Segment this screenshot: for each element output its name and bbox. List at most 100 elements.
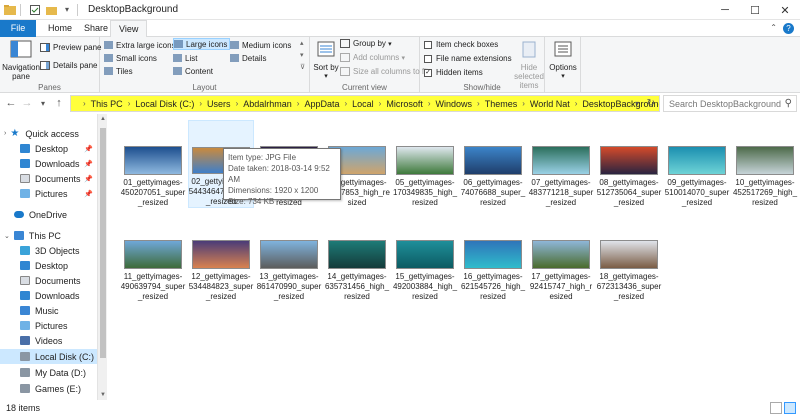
- file-item[interactable]: 13_gettyimages-861470990_super_resized: [256, 214, 322, 302]
- layout-extra-large-icons[interactable]: Extra large icons: [104, 39, 178, 51]
- preview-pane-button[interactable]: Preview pane: [40, 43, 101, 52]
- add-columns-button[interactable]: Add columns ▾: [340, 53, 405, 62]
- file-item[interactable]: 08_gettyimages-512735064_super_resized: [596, 120, 662, 208]
- close-button[interactable]: ✕: [770, 0, 800, 20]
- nav-item-documents[interactable]: Documents: [0, 273, 97, 288]
- navigation-pane-button[interactable]: Navigation pane: [2, 39, 40, 81]
- layout-small-icons[interactable]: Small icons: [104, 52, 159, 64]
- file-name-extensions-toggle[interactable]: File name extensions: [424, 54, 512, 63]
- file-item[interactable]: 12_gettyimages-534484823_super_resized: [188, 214, 254, 302]
- pin-icon[interactable]: 📌: [84, 175, 93, 183]
- options-button[interactable]: Options ▾: [548, 39, 578, 81]
- breadcrumb-local[interactable]: Local: [352, 99, 374, 109]
- nav-quick-access[interactable]: › ★ Quick access: [0, 126, 97, 141]
- chevron-right-icon[interactable]: ›: [83, 99, 86, 108]
- chevron-right-icon[interactable]: ›: [128, 99, 131, 108]
- properties-icon[interactable]: [29, 4, 41, 16]
- file-item[interactable]: 11_gettyimages-490639794_super_resized: [120, 214, 186, 302]
- recent-locations-icon[interactable]: ▾: [36, 96, 50, 110]
- refresh-icon[interactable]: ↻: [647, 98, 655, 109]
- nav-item-games-e[interactable]: Games (E:): [0, 381, 97, 396]
- chevron-right-icon[interactable]: ›: [297, 99, 300, 108]
- address-bar[interactable]: › This PC › Local Disk (C:) › Users › Ab…: [70, 95, 660, 112]
- nav-this-pc[interactable]: ⌄ This PC: [0, 228, 97, 243]
- file-item[interactable]: 01_gettyimages-450207051_super_resized: [120, 120, 186, 208]
- item-check-boxes-toggle[interactable]: Item check boxes: [424, 40, 498, 49]
- large-icons-view-icon[interactable]: [784, 402, 796, 414]
- tab-file[interactable]: File: [0, 20, 36, 37]
- details-pane-button[interactable]: Details pane: [40, 61, 97, 70]
- nav-item-pictures-quick[interactable]: Pictures 📌: [0, 186, 97, 201]
- chevron-right-icon[interactable]: ›: [575, 99, 578, 108]
- nav-item-local-disk-c[interactable]: Local Disk (C:): [0, 349, 97, 364]
- chevron-right-icon[interactable]: ›: [428, 99, 431, 108]
- breadcrumb-microsoft[interactable]: Microsoft: [386, 99, 423, 109]
- breadcrumb-themes[interactable]: Themes: [485, 99, 518, 109]
- tab-home[interactable]: Home: [40, 20, 80, 37]
- layout-tiles[interactable]: Tiles: [104, 65, 135, 77]
- maximize-button[interactable]: ☐: [740, 0, 770, 20]
- pin-icon[interactable]: 📌: [84, 190, 93, 198]
- nav-item-downloads-quick[interactable]: Downloads 📌: [0, 156, 97, 171]
- file-item[interactable]: 09_gettyimages-510014070_super_resized: [664, 120, 730, 208]
- details-view-icon[interactable]: [770, 402, 782, 414]
- address-dropdown-icon[interactable]: ▾: [635, 99, 639, 108]
- chevron-right-icon[interactable]: ›: [199, 99, 202, 108]
- hidden-items-toggle[interactable]: ✓ Hidden items: [424, 68, 483, 77]
- file-item[interactable]: 10_gettyimages-452517269_high_resized: [732, 120, 798, 208]
- layout-details[interactable]: Details: [230, 52, 268, 64]
- size-all-columns-button[interactable]: Size all columns to fit: [340, 67, 428, 76]
- breadcrumb-user[interactable]: Abdalrhman: [243, 99, 292, 109]
- nav-onedrive[interactable]: OneDrive: [0, 207, 97, 222]
- breadcrumb-world-nat[interactable]: World Nat: [530, 99, 570, 109]
- breadcrumb-this-pc[interactable]: This PC: [91, 99, 123, 109]
- nav-item-desktop[interactable]: Desktop: [0, 258, 97, 273]
- scroll-up-icon[interactable]: ▲: [98, 114, 108, 124]
- layout-scroll-down-icon[interactable]: ▾: [300, 51, 304, 59]
- breadcrumb-appdata[interactable]: AppData: [304, 99, 339, 109]
- nav-item-documents-quick[interactable]: Documents 📌: [0, 171, 97, 186]
- layout-medium-icons[interactable]: Medium icons: [230, 39, 293, 51]
- file-item[interactable]: 16_gettyimages-621545726_high_resized: [460, 214, 526, 302]
- layout-large-icons[interactable]: Large icons: [173, 38, 231, 50]
- chevron-right-icon[interactable]: ›: [379, 99, 382, 108]
- search-box[interactable]: Search DesktopBackground ⚲: [663, 95, 797, 112]
- pin-icon[interactable]: 📌: [84, 160, 93, 168]
- chevron-right-icon[interactable]: ›: [477, 99, 480, 108]
- sort-by-button[interactable]: Sort by ▾: [313, 39, 339, 81]
- file-item[interactable]: 15_gettyimages-492003884_high_resized: [392, 214, 458, 302]
- layout-scroll-up-icon[interactable]: ▴: [300, 39, 304, 47]
- new-folder-icon[interactable]: [45, 4, 57, 16]
- up-button[interactable]: ↑: [52, 96, 66, 110]
- nav-item-downloads[interactable]: Downloads: [0, 288, 97, 303]
- chevron-right-icon[interactable]: ›: [522, 99, 525, 108]
- nav-item-desktop-quick[interactable]: Desktop 📌: [0, 141, 97, 156]
- nav-item-music[interactable]: Music: [0, 303, 97, 318]
- nav-item-my-data-d[interactable]: My Data (D:): [0, 365, 97, 380]
- minimize-button[interactable]: ─: [710, 0, 740, 20]
- file-item[interactable]: 14_gettyimages-635731456_high_resized: [324, 214, 390, 302]
- nav-item-3d-objects[interactable]: 3D Objects: [0, 243, 97, 258]
- breadcrumb-local-disk[interactable]: Local Disk (C:): [135, 99, 194, 109]
- file-item[interactable]: 06_gettyimages-74076688_super_resized: [460, 120, 526, 208]
- nav-item-videos[interactable]: Videos: [0, 333, 97, 348]
- scroll-thumb[interactable]: [100, 128, 106, 358]
- file-item[interactable]: 17_gettyimages-92415747_high_resized: [528, 214, 594, 302]
- pin-icon[interactable]: 📌: [84, 145, 93, 153]
- file-item[interactable]: 18_gettyimages-672313436_super_resized: [596, 214, 662, 302]
- nav-scrollbar[interactable]: ▲ ▼: [97, 114, 107, 400]
- customize-quick-access-icon[interactable]: ▾: [61, 4, 73, 16]
- layout-list[interactable]: List: [173, 52, 199, 64]
- back-button[interactable]: ←: [4, 96, 18, 110]
- layout-content[interactable]: Content: [173, 65, 215, 77]
- breadcrumb-windows[interactable]: Windows: [436, 99, 473, 109]
- tab-view[interactable]: View: [110, 20, 148, 38]
- file-item[interactable]: 05_gettyimages-170349835_high_resized: [392, 120, 458, 208]
- file-item[interactable]: 07_gettyimages-483771218_super_resized: [528, 120, 594, 208]
- help-icon[interactable]: ?: [783, 23, 794, 34]
- collapse-ribbon-icon[interactable]: ⌃: [770, 23, 777, 34]
- search-icon[interactable]: ⚲: [785, 98, 792, 109]
- chevron-right-icon[interactable]: ›: [344, 99, 347, 108]
- breadcrumb-users[interactable]: Users: [207, 99, 231, 109]
- chevron-right-icon[interactable]: ›: [236, 99, 239, 108]
